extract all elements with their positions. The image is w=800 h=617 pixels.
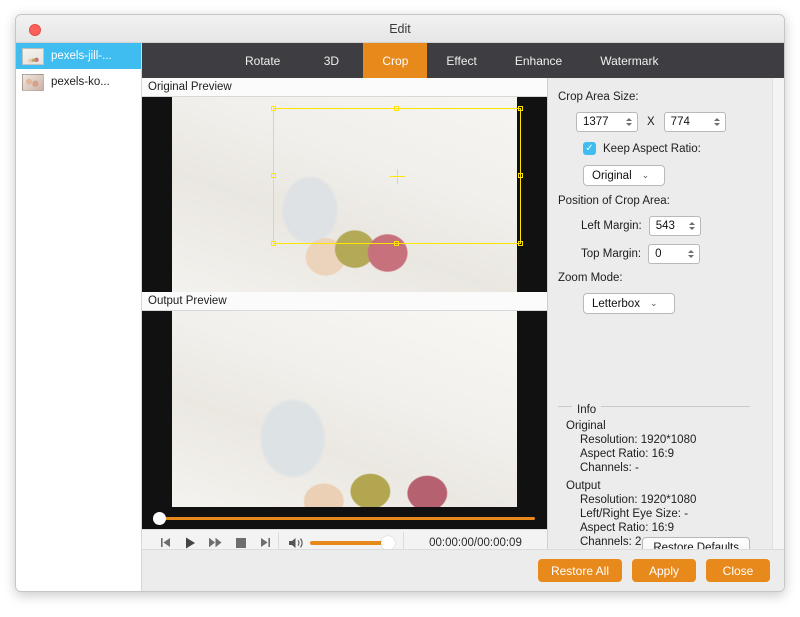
info-output-eye-size: Left/Right Eye Size: - <box>580 508 689 520</box>
chevron-up-icon[interactable] <box>626 118 632 121</box>
top-margin-value: 0 <box>655 248 662 260</box>
info-title: Info <box>572 404 602 416</box>
footer-actions: Restore All Apply Close <box>142 549 784 591</box>
thumbnail-icon <box>22 47 44 65</box>
seek-track[interactable] <box>161 517 535 520</box>
chevron-up-icon[interactable] <box>713 118 720 121</box>
chevron-down-icon[interactable] <box>626 123 632 126</box>
zoom-mode-label: Zoom Mode: <box>558 272 623 284</box>
volume-slider-handle[interactable] <box>381 535 395 550</box>
aspect-ratio-value: Original <box>592 169 632 182</box>
top-margin-stepper-arrows[interactable] <box>685 250 697 258</box>
output-preview-label: Output Preview <box>142 292 547 311</box>
crop-handle-middle-left[interactable] <box>271 173 276 178</box>
top-margin-label: Top Margin: <box>581 248 642 260</box>
preview-column: Original Preview Output Preview 00:00:00… <box>142 78 547 591</box>
apply-button[interactable]: Apply <box>632 559 696 582</box>
volume-slider-track[interactable] <box>310 535 395 550</box>
crop-width-stepper-arrows[interactable] <box>623 118 635 126</box>
dimension-separator-label: X <box>647 116 655 128</box>
left-margin-row: Left Margin: 543 <box>581 216 701 236</box>
info-output-aspect-ratio: Aspect Ratio: 16:9 <box>580 522 674 534</box>
file-list-sidebar[interactable]: pexels-jill-... pexels-ko... <box>16 43 142 591</box>
chevron-up-icon[interactable] <box>688 222 695 225</box>
top-margin-row: Top Margin: 0 <box>581 244 701 264</box>
chevron-down-icon[interactable] <box>688 255 695 258</box>
crop-size-row: 1377 X 774 <box>576 112 726 132</box>
tab-enhance[interactable]: Enhance <box>496 43 581 78</box>
keep-aspect-ratio-checkbox[interactable]: ✓ <box>583 142 596 155</box>
crop-height-stepper[interactable]: 774 <box>663 112 726 132</box>
info-original-channels: Channels: - <box>580 462 639 474</box>
chevron-down-icon: ⌄ <box>641 170 650 180</box>
list-item-label: pexels-ko... <box>51 76 110 88</box>
info-output-resolution: Resolution: 1920*1080 <box>580 494 697 506</box>
zoom-mode-select[interactable]: Letterbox ⌄ <box>583 293 675 314</box>
chevron-down-icon[interactable] <box>713 123 720 126</box>
crop-width-value: 1377 <box>583 116 609 128</box>
output-preview-stage <box>142 311 547 507</box>
info-original-resolution: Resolution: 1920*1080 <box>580 434 697 446</box>
list-item[interactable]: pexels-jill-... <box>16 43 141 69</box>
crop-handle-bottom-left[interactable] <box>271 241 276 246</box>
edit-window: Edit pexels-jill-... pexels-ko... Rotate… <box>15 14 785 592</box>
crop-center-crosshair-icon[interactable] <box>389 168 405 184</box>
left-margin-stepper[interactable]: 543 <box>648 216 701 236</box>
crop-handle-top-center[interactable] <box>394 106 399 111</box>
close-button[interactable]: Close <box>706 559 770 582</box>
crop-area-size-label: Crop Area Size: <box>558 91 639 103</box>
tab-crop[interactable]: Crop <box>363 43 428 78</box>
crop-handle-top-right[interactable] <box>518 106 523 111</box>
info-group-box: Info Original Resolution: 1920*1080 Aspe… <box>558 400 750 548</box>
crop-settings-body: Crop Area Size: 1377 X 774 ✓ Keep Aspect… <box>548 78 772 591</box>
crop-selection-rectangle[interactable] <box>271 106 523 246</box>
chevron-down-icon: ⌄ <box>649 298 658 308</box>
crop-handle-middle-right[interactable] <box>518 173 523 178</box>
tab-bar: Rotate 3D Crop Effect Enhance Watermark <box>142 43 784 78</box>
seek-handle[interactable] <box>153 512 166 525</box>
tab-bar-spacer <box>677 43 784 78</box>
crop-height-stepper-arrows[interactable] <box>711 118 723 126</box>
tab-effect[interactable]: Effect <box>427 43 495 78</box>
info-original-label: Original <box>566 420 606 432</box>
output-video-frame <box>172 311 517 507</box>
list-item-label: pexels-jill-... <box>51 50 112 62</box>
original-preview-label: Original Preview <box>142 78 547 97</box>
tab-bar-lead-spacer <box>142 43 226 78</box>
tab-watermark[interactable]: Watermark <box>581 43 677 78</box>
zoom-mode-value: Letterbox <box>592 297 640 310</box>
window-title: Edit <box>389 22 411 36</box>
title-bar: Edit <box>16 15 784 43</box>
crop-height-value: 774 <box>670 116 690 128</box>
keep-aspect-ratio-label: Keep Aspect Ratio: <box>603 142 701 155</box>
left-margin-value: 543 <box>655 220 675 232</box>
top-margin-stepper[interactable]: 0 <box>648 244 701 264</box>
crop-width-stepper[interactable]: 1377 <box>576 112 638 132</box>
tab-rotate[interactable]: Rotate <box>226 43 299 78</box>
crop-settings-panel: Crop Area Size: 1377 X 774 ✓ Keep Aspect… <box>547 78 784 591</box>
crop-handle-top-left[interactable] <box>271 106 276 111</box>
restore-all-button[interactable]: Restore All <box>537 559 622 582</box>
volume-icon[interactable] <box>289 537 304 549</box>
seek-bar[interactable] <box>142 507 547 529</box>
left-margin-label: Left Margin: <box>581 220 642 232</box>
chevron-down-icon[interactable] <box>688 227 695 230</box>
tab-3d[interactable]: 3D <box>299 43 363 78</box>
panel-scrollbar[interactable] <box>772 78 784 591</box>
crop-handle-bottom-center[interactable] <box>394 241 399 246</box>
position-of-crop-area-label: Position of Crop Area: <box>558 195 670 207</box>
aspect-ratio-select[interactable]: Original ⌄ <box>583 165 665 186</box>
keep-aspect-ratio-row[interactable]: ✓ Keep Aspect Ratio: <box>583 142 701 155</box>
chevron-up-icon[interactable] <box>688 250 695 253</box>
timecode-display: 00:00:00/00:00:09 <box>429 536 522 549</box>
left-margin-stepper-arrows[interactable] <box>686 222 698 230</box>
original-preview-stage[interactable] <box>142 97 547 292</box>
crop-handle-bottom-right[interactable] <box>518 241 523 246</box>
info-output-label: Output <box>566 480 601 492</box>
volume-control[interactable] <box>279 535 403 550</box>
thumbnail-icon <box>22 73 44 91</box>
info-original-aspect-ratio: Aspect Ratio: 16:9 <box>580 448 674 460</box>
list-item[interactable]: pexels-ko... <box>16 69 141 95</box>
